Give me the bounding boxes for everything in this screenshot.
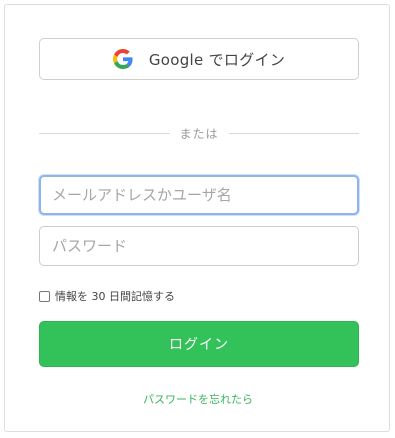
- remember-label: 情報を 30 日間記憶する: [55, 290, 175, 303]
- google-login-button[interactable]: Google でログイン: [39, 38, 359, 80]
- google-login-label: Google でログイン: [148, 50, 286, 69]
- remember-me[interactable]: 情報を 30 日間記憶する: [39, 288, 175, 304]
- google-icon: [112, 49, 133, 69]
- or-divider: または: [39, 123, 360, 143]
- login-button[interactable]: ログイン: [39, 321, 359, 367]
- forgot-password-link[interactable]: パスワードを忘れたら: [5, 391, 391, 407]
- divider-text: または: [179, 126, 219, 141]
- login-card: Google でログイン または 情報を 30 日間記憶する ログイン パスワー…: [4, 4, 390, 432]
- password-input[interactable]: [39, 226, 359, 266]
- remember-checkbox[interactable]: [39, 290, 50, 302]
- divider-line-left: [39, 132, 170, 134]
- username-input[interactable]: [39, 175, 359, 215]
- divider-line-right: [228, 132, 360, 134]
